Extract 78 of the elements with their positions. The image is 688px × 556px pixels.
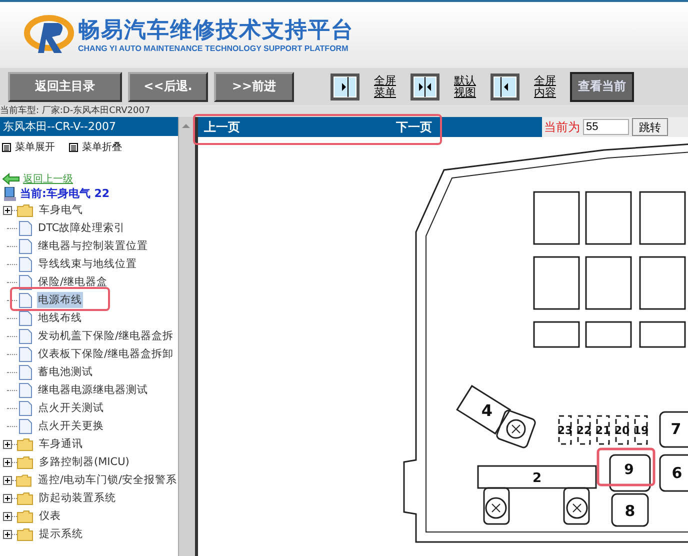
view-link[interactable]: 默认 视图 <box>454 74 476 98</box>
nav-button[interactable]: <<后退. <box>128 72 208 102</box>
document-icon <box>19 346 32 362</box>
vehicle-info: 当前车型: 厂家:D-东风本田CRV2007 <box>0 105 688 117</box>
expand-icon[interactable] <box>3 512 12 520</box>
component-number: 7 <box>670 420 682 438</box>
previous-page-link[interactable]: 上一页 <box>204 118 240 136</box>
scrollbar[interactable] <box>178 117 195 556</box>
tree-item[interactable]: 遥控/电动车门锁/安全报警系 <box>36 472 178 488</box>
collapse-menu-link[interactable]: 菜单折叠 <box>82 140 122 154</box>
document-icon <box>19 220 32 236</box>
expand-icon[interactable] <box>3 458 12 466</box>
nav-button[interactable]: >>前进 <box>214 72 294 102</box>
component-number: 9 <box>624 462 634 478</box>
current-page-label: 当前为 <box>544 118 580 136</box>
folder-icon <box>17 204 33 216</box>
tree-item[interactable]: 提示系统 <box>38 526 84 542</box>
document-icon <box>19 256 32 272</box>
computer-icon <box>4 186 16 200</box>
document-icon <box>19 418 32 434</box>
tree-item[interactable]: 仪表 <box>38 508 62 524</box>
document-icon <box>19 400 32 416</box>
document-icon <box>19 382 32 398</box>
tree-item[interactable]: 车身电气 <box>38 202 84 218</box>
tree-item[interactable]: 保险/继电器盒 <box>37 274 109 290</box>
tree-item[interactable]: 车身通讯 <box>38 436 84 452</box>
annotation-frame <box>596 448 656 486</box>
expand-icon[interactable] <box>3 206 12 214</box>
component-number: 2 <box>532 471 542 486</box>
folder-icon <box>17 492 33 504</box>
go-button[interactable]: 跳转 <box>632 118 668 136</box>
component-number: 8 <box>624 502 636 520</box>
sidebar-title: 东风本田--CR-V--2007 <box>0 117 178 136</box>
view-link[interactable]: 全屏 菜单 <box>374 74 396 98</box>
back-arrow-icon <box>2 173 20 185</box>
tree-item[interactable]: 防起动装置系统 <box>38 490 117 506</box>
expand-icon[interactable] <box>3 476 12 484</box>
document-icon <box>19 238 32 254</box>
site-subtitle: CHANG YI AUTO MAINTENANCE TECHNOLOGY SUPPORT PLATFORM <box>78 44 350 52</box>
folder-icon <box>17 456 33 468</box>
document-icon <box>19 328 32 344</box>
document-icon <box>19 364 32 380</box>
back-link[interactable]: 返回上一级 <box>23 172 73 186</box>
tree-item[interactable]: 电源布线 <box>37 292 83 308</box>
site-title: 畅易汽车维修技术支持平台 <box>78 18 354 44</box>
expand-icon[interactable] <box>3 440 12 448</box>
tree-item[interactable]: 发动机盖下保险/继电器盒拆 <box>37 328 175 344</box>
expand-icon[interactable] <box>3 494 12 502</box>
component-number: 4 <box>481 401 493 420</box>
view-toggle-icon[interactable] <box>410 72 440 100</box>
tree-item[interactable]: 多路控制器(MICU) <box>38 454 130 470</box>
tree-item[interactable]: 点火开关更换 <box>37 418 105 434</box>
view-toggle-icon[interactable] <box>330 72 360 100</box>
nav-button[interactable]: 返回主目录 <box>8 72 122 102</box>
list-icon <box>69 142 78 152</box>
tree-item[interactable]: 导线线束与地线位置 <box>37 256 138 272</box>
document-icon <box>19 310 32 326</box>
folder-icon <box>16 474 32 486</box>
expand-menu-link[interactable]: 菜单展开 <box>15 140 55 154</box>
tree-item[interactable]: DTC故障处理索引 <box>37 220 126 236</box>
tree-item[interactable]: 地线布线 <box>37 310 83 326</box>
tree-item[interactable]: 仪表板下保险/继电器盒拆卸 <box>37 346 175 362</box>
next-page-link[interactable]: 下一页 <box>396 118 432 136</box>
folder-icon <box>17 438 33 450</box>
view-toggle-icon[interactable] <box>490 72 520 100</box>
view-current-button[interactable]: 查看当前 <box>570 72 634 102</box>
tree-item[interactable]: 继电器电源继电器测试 <box>37 382 149 398</box>
component-number: 6 <box>672 464 682 482</box>
folder-icon <box>17 510 33 522</box>
folder-icon <box>17 528 33 540</box>
document-icon <box>19 292 32 308</box>
current-section: 当前:车身电气 22 <box>20 186 110 201</box>
tree-item[interactable]: 点火开关测试 <box>37 400 105 416</box>
tree-item[interactable]: 蓄电池测试 <box>37 364 94 380</box>
tree-item[interactable]: 继电器与控制装置位置 <box>37 238 149 254</box>
page-number-field[interactable]: 55 <box>583 119 629 135</box>
expand-icon[interactable] <box>3 530 12 538</box>
view-link[interactable]: 全屏 内容 <box>534 74 556 98</box>
